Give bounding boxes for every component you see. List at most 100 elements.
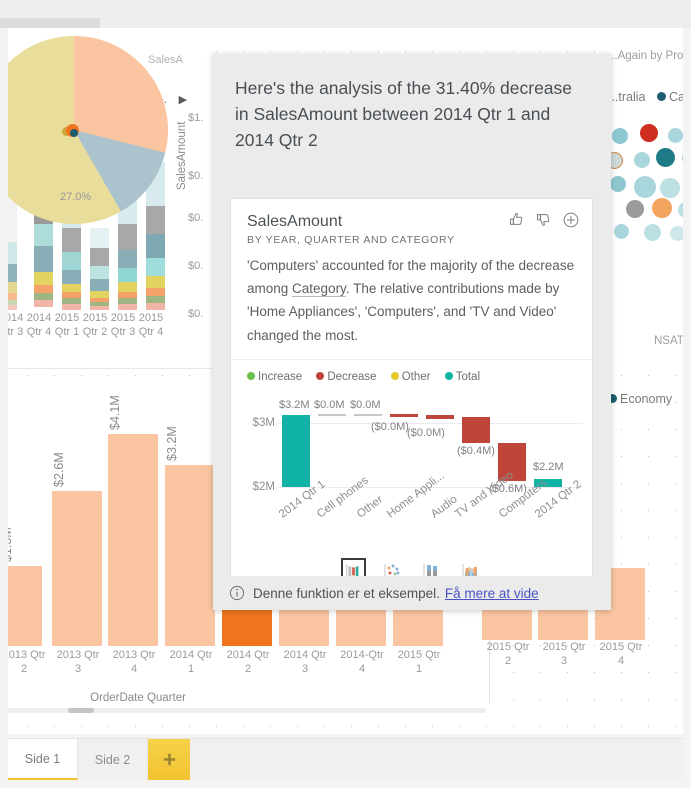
bubble[interactable]: [668, 128, 683, 143]
visual-title: ...Again by ProdID a...: [608, 50, 683, 62]
legend-swatch-icon: [316, 372, 325, 380]
bar-data-label: $3.2M: [279, 399, 310, 411]
bubble[interactable]: [660, 178, 680, 198]
legend-label: Total: [455, 371, 480, 383]
legend-item-decrease[interactable]: Decrease: [316, 371, 377, 383]
insight-card[interactable]: SalesAmount BY YEAR, QUARTER AND CATEGOR…: [230, 198, 593, 598]
waterfall-bar-increase[interactable]: [354, 414, 382, 416]
waterfall-bar-decrease[interactable]: [462, 417, 490, 443]
bubble[interactable]: [634, 152, 650, 168]
card-action-buttons[interactable]: [508, 211, 580, 229]
legend-item-increase[interactable]: Increase: [247, 371, 302, 383]
bar[interactable]: [52, 491, 102, 646]
page-tab-bar[interactable]: Side 1 Side 2: [8, 738, 683, 780]
legend-item-total[interactable]: Total: [444, 371, 480, 383]
visual-legend-secondary[interactable]: Economy: [608, 392, 680, 406]
axis-label: NSAT: [654, 335, 683, 347]
footer-text: Denne funktion er et eksempel.: [253, 585, 440, 601]
legend-item[interactable]: ...tralia: [608, 90, 646, 104]
background-visual-bubble-chart[interactable]: ...Again by ProdID a... ...tralia Canad.…: [604, 40, 683, 406]
waterfall-chart[interactable]: $3M $2M $3.2M $0.0M $0.0M ($0.0M) ($0.0M…: [241, 395, 586, 521]
legend-swatch-icon: [444, 372, 453, 380]
legend-label: Increase: [258, 371, 303, 383]
x-axis-tick: 2014 Qtr 1: [169, 649, 213, 676]
x-axis-title: OrderDate Quarter: [90, 692, 186, 704]
x-axis-labels-overflow: 2015 Qtr 2 2015 Qtr 3 2015 Qtr 4: [487, 640, 683, 680]
bar-data-label: $3.2M: [165, 426, 179, 461]
info-circle-icon: [229, 585, 245, 601]
bubble[interactable]: [644, 224, 661, 241]
x-axis-tick: 2014 Qtr 2: [226, 649, 270, 676]
bubble[interactable]: [652, 198, 672, 218]
plus-icon: [163, 753, 175, 766]
bar-data-label: $2.2M: [533, 461, 564, 473]
card-body-text: 'Computers' accounted for the majority o…: [231, 246, 592, 347]
bubble[interactable]: [640, 124, 658, 142]
bubble[interactable]: [634, 176, 656, 198]
scrollbar-thumb[interactable]: [68, 708, 94, 713]
y-axis-title: SalesAmount: [176, 121, 188, 190]
visual-partial-title: SalesA: [148, 54, 183, 66]
insight-footer: Denne funktion er et eksempel. Få mere a…: [213, 576, 611, 610]
bar[interactable]: [165, 465, 215, 646]
legend-label: Other: [401, 371, 431, 383]
add-page-button[interactable]: [148, 739, 190, 780]
bubble[interactable]: [610, 176, 626, 192]
legend-swatch-icon: [657, 92, 666, 101]
page-tab-side-1[interactable]: Side 1: [8, 739, 78, 780]
bar-data-label: $0.0M: [314, 399, 345, 411]
chart-legend[interactable]: Increase Decrease Other Total: [247, 371, 491, 383]
page-tab-side-2[interactable]: Side 2: [78, 739, 148, 780]
bar-data-label: ($0.4M): [457, 445, 495, 457]
legend-label: Canad...: [669, 90, 683, 104]
pie-center-marker: [70, 129, 78, 137]
stacked-column[interactable]: [90, 228, 109, 310]
horizontal-scrollbar[interactable]: [8, 708, 486, 713]
thumbs-down-icon[interactable]: [535, 211, 553, 229]
legend-item[interactable]: Canad...: [657, 90, 683, 104]
bar[interactable]: [108, 434, 158, 646]
legend-label: Economy: [620, 392, 673, 406]
bar-data-label: ($0.0M): [371, 421, 409, 433]
insight-popup[interactable]: Here's the analysis of the 31.40% decrea…: [213, 54, 611, 610]
waterfall-bar-increase[interactable]: [318, 414, 346, 416]
legend-item-other[interactable]: Other: [390, 371, 431, 383]
x-axis-tick: 2015 Qtr 4: [138, 312, 164, 338]
thumbs-up-icon[interactable]: [508, 211, 526, 229]
bubble[interactable]: [670, 226, 683, 241]
x-axis-tick: 2013 Qtr2: [8, 649, 46, 676]
legend-swatch-icon: [390, 372, 399, 380]
learn-more-link[interactable]: Få mere at vide: [445, 586, 539, 601]
x-axis-tick: 2015 Qtr 3: [542, 641, 586, 668]
bubble[interactable]: [678, 202, 683, 218]
waterfall-bar-decrease[interactable]: [390, 414, 418, 417]
y-axis-tick: $3M: [252, 417, 275, 429]
chevron-right-icon[interactable]: ▶: [179, 93, 187, 106]
x-axis-tick: 2014 Qtr 3: [283, 649, 327, 676]
x-axis-tick: 2015 Qtr 2: [486, 641, 530, 668]
x-axis-labels: 2014Qtr 3 2014Qtr 4 2015Qtr 1 2015Qtr 2 …: [8, 312, 190, 352]
bubble[interactable]: [682, 150, 683, 166]
report-canvas[interactable]: SalesA ...mputers Games an... ▶: [8, 28, 683, 734]
app-window: SalesA ...mputers Games an... ▶: [0, 0, 691, 788]
legend-label: ...tralia: [608, 90, 646, 104]
legend-swatch-icon: [247, 372, 255, 380]
card-header: SalesAmount BY YEAR, QUARTER AND CATEGOR…: [231, 199, 592, 246]
plus-circle-icon[interactable]: [562, 211, 580, 229]
background-visual-pie-chart[interactable]: 27.0%: [8, 28, 168, 238]
bubble[interactable]: [626, 200, 644, 218]
x-axis-labels: 2013 Qtr2 2013 Qtr3 2013 Qtr4 2014 Qtr1 …: [8, 648, 486, 690]
bubble[interactable]: [612, 128, 628, 144]
bubble[interactable]: [656, 148, 675, 167]
x-axis-tick: 2015 Qtr 1: [397, 649, 441, 676]
legend-item[interactable]: Economy: [608, 392, 672, 406]
bubble[interactable]: [614, 224, 629, 239]
bar-data-label: $4.1M: [108, 395, 122, 430]
x-axis-tick: 2015 Qtr 4: [599, 641, 643, 668]
visual-legend[interactable]: ...tralia Canad...: [608, 90, 683, 104]
card-body-field-link[interactable]: Category: [292, 281, 346, 298]
waterfall-bar-decrease[interactable]: [426, 415, 454, 419]
y-axis-ticks: $3M $2M: [241, 395, 275, 505]
bar[interactable]: [8, 566, 42, 646]
waterfall-bar-total[interactable]: [282, 415, 310, 487]
